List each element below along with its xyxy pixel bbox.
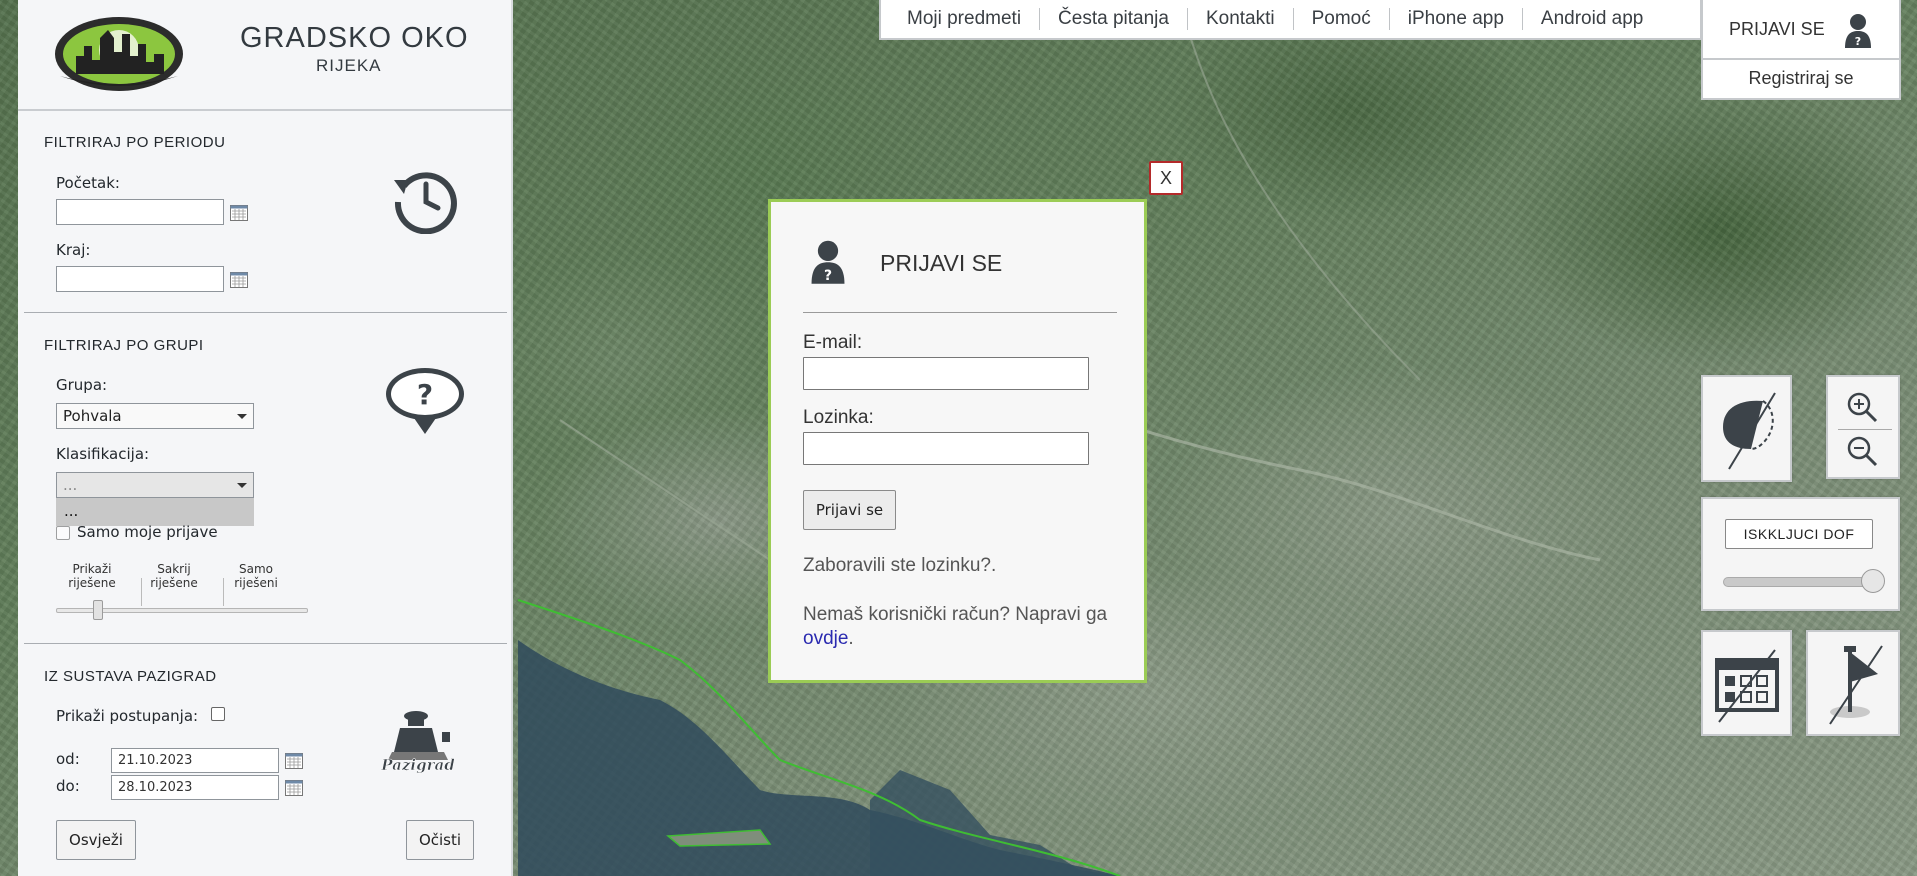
history-clock-icon [394,172,457,234]
login-button[interactable]: PRIJAVI SE ? [1703,0,1899,60]
section-divider [24,312,507,313]
zoom-in-icon[interactable] [1846,391,1880,423]
signup-end: . [848,628,854,649]
group-filter-title: FILTRIRAJ PO GRUPI [44,337,204,354]
from-date-label: od: [56,750,80,768]
zoom-out-icon[interactable] [1846,435,1880,467]
period-filter-title: FILTRIRAJ PO PERIODU [44,134,226,151]
dof-panel: ISKKLJUCI DOF [1701,497,1900,611]
group-select-value: Pohvala [63,407,122,425]
show-actions-checkbox[interactable] [211,707,225,721]
dof-toggle-button[interactable]: ISKKLJUCI DOF [1725,519,1873,549]
clear-button[interactable]: Očisti [406,820,474,860]
signup-link[interactable]: ovdje [803,628,848,649]
city-eye-logo-icon [55,17,183,91]
account-box: PRIJAVI SE ? Registriraj se [1701,0,1901,100]
question-pin-icon: ? [386,368,464,434]
filter-sidebar: GRADSKO OKO RIJEKA FILTRIRAJ PO PERIODU … [18,0,513,876]
signup-text: Nemaš korisnički račun? Napravi ga [803,604,1108,625]
classification-label: Klasifikacija: [56,445,150,463]
svg-text:?: ? [1855,35,1861,48]
modal-divider [803,312,1117,313]
login-label: PRIJAVI SE [1729,18,1825,39]
login-submit-button[interactable]: Prijavi se [803,490,896,530]
register-link[interactable]: Registriraj se [1703,68,1899,89]
modal-close-button[interactable]: X [1149,161,1183,195]
group-label: Grupa: [56,376,108,394]
from-date-input[interactable] [111,748,279,773]
end-calendar-icon[interactable] [230,272,248,288]
hide-resolved-label: Sakrij riješene [150,562,198,590]
road-north [1179,0,1421,381]
user-question-icon: ? [811,240,845,284]
password-field[interactable] [803,432,1089,465]
to-date-input[interactable] [111,775,279,800]
layer-hidden-icon [1723,392,1776,470]
nav-help[interactable]: Pomoć [1294,8,1390,30]
pazigrad-logo-text: Pazigrad [380,756,455,774]
only-mine-label: Samo moje prijave [77,523,218,541]
brand-header: GRADSKO OKO RIJEKA [18,0,513,111]
end-date-label: Kraj: [56,241,91,259]
svg-text:?: ? [417,378,433,411]
to-date-label: do: [56,777,80,795]
zoom-control [1826,375,1900,479]
refresh-button[interactable]: Osvježi [56,820,136,860]
email-field[interactable] [803,357,1089,390]
marker-layer-button[interactable] [1806,630,1900,736]
brand-title: GRADSKO OKO [240,22,469,54]
chevron-down-icon [237,483,247,488]
classification-select[interactable]: ... [56,472,254,498]
svg-text:?: ? [824,268,832,284]
start-date-label: Početak: [56,174,120,192]
classification-select-value: ... [63,476,78,494]
calendar-hidden-icon [1715,649,1779,723]
flag-hidden-icon [1829,645,1883,725]
start-date-input[interactable] [56,199,224,225]
zoom-divider [1838,429,1892,430]
nav-android-app[interactable]: Android app [1523,8,1661,30]
to-calendar-icon[interactable] [285,780,303,796]
email-label: E-mail: [803,332,863,353]
pazigrad-logo-icon: Pazigrad [380,711,455,774]
harbor-water [870,770,1120,876]
nav-iphone-app[interactable]: iPhone app [1390,8,1523,30]
classification-dropdown-option[interactable]: ... [56,498,254,526]
start-calendar-icon[interactable] [230,205,248,221]
show-resolved-label: Prikaži riješene [68,562,116,590]
calendar-layer-button[interactable] [1701,630,1792,736]
section-divider [24,643,507,644]
group-select[interactable]: Pohvala [56,403,254,429]
from-calendar-icon[interactable] [285,753,303,769]
chevron-down-icon [237,414,247,419]
modal-title: PRIJAVI SE [880,250,1003,276]
signup-prompt: Nemaš korisnički račun? Napravi ga ovdje… [803,603,1113,651]
brand-subtitle: RIJEKA [316,56,382,75]
nav-faq[interactable]: Česta pitanja [1040,8,1188,30]
end-date-input[interactable] [56,266,224,292]
top-navigation: Moji predmeti Česta pitanja Kontakti Pom… [879,0,1702,40]
pazigrad-title: IZ SUSTAVA PAZIGRAD [44,668,217,685]
nav-my-cases[interactable]: Moji predmeti [889,8,1041,30]
layer-toggle-button[interactable] [1701,375,1792,482]
show-actions-label: Prikaži postupanja: [56,707,199,725]
only-resolved-label: Samo riješeni [234,562,278,590]
forgot-password-link[interactable]: Zaboravili ste lozinku?. [803,554,1113,578]
resolved-slider-handle[interactable] [93,600,103,620]
only-mine-checkbox[interactable] [56,526,70,540]
user-question-icon: ? [1845,14,1871,48]
password-label: Lozinka: [803,407,874,428]
dof-slider-handle[interactable] [1861,569,1885,593]
nav-contacts[interactable]: Kontakti [1188,8,1294,30]
login-modal: ? PRIJAVI SE E-mail: Lozinka: Prijavi se… [768,199,1147,683]
dof-slider-track[interactable] [1723,577,1873,587]
